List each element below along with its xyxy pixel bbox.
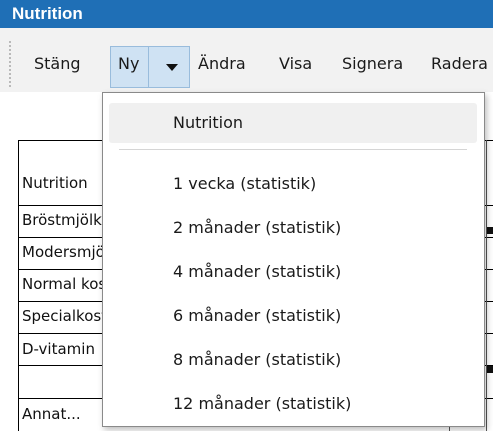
menu-item-6-months[interactable]: 6 månader (statistik) [109, 296, 477, 336]
chevron-down-icon[interactable] [166, 64, 178, 71]
menu-item-nutrition[interactable]: Nutrition [109, 103, 477, 143]
column-divider [486, 140, 487, 431]
menu-item-2-months[interactable]: 2 månader (statistik) [109, 208, 477, 248]
menu-item-8-months[interactable]: 8 månader (statistik) [109, 340, 477, 380]
cell-marker [487, 227, 493, 234]
menu-item-1-week[interactable]: 1 vecka (statistik) [109, 164, 477, 204]
window-title: Nutrition [0, 0, 493, 28]
table-border-left [18, 140, 19, 431]
new-button[interactable]: Ny [118, 50, 139, 78]
edit-button[interactable]: Ändra [198, 50, 246, 78]
menu-item-12-months[interactable]: 12 månader (statistik) [109, 384, 477, 424]
menu-separator [119, 149, 467, 150]
new-dropdown-menu: Nutrition 1 vecka (statistik) 2 månader … [102, 92, 485, 427]
sign-button[interactable]: Signera [342, 50, 403, 78]
view-button[interactable]: Visa [279, 50, 312, 78]
split-divider [148, 46, 149, 88]
toolbar: Stäng Ny Ändra Visa Signera Radera [0, 28, 493, 92]
toolbar-grip[interactable] [8, 40, 12, 88]
cell-marker [487, 366, 493, 373]
delete-button[interactable]: Radera [431, 50, 488, 78]
close-button[interactable]: Stäng [34, 50, 81, 78]
menu-item-4-months[interactable]: 4 månader (statistik) [109, 252, 477, 292]
